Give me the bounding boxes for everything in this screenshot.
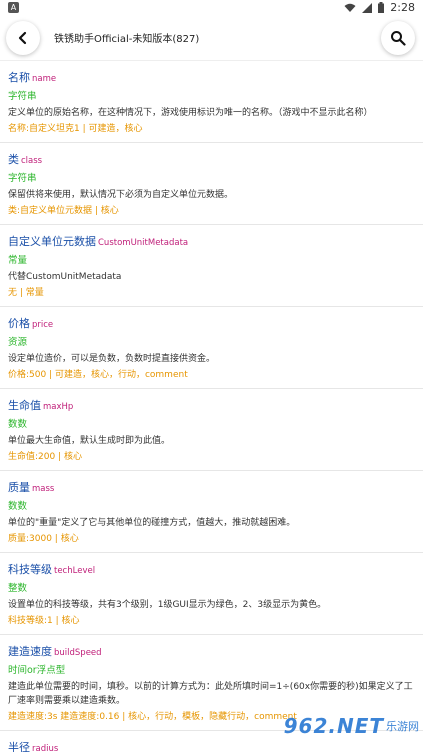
item-code: CustomUnitMetadata: [98, 238, 189, 248]
back-button[interactable]: [6, 21, 40, 55]
item-type: 资源: [8, 337, 28, 348]
item-name: 价格: [8, 317, 30, 330]
watermark-logo: 962.NET 乐游网: [281, 706, 419, 746]
page-title: 铁锈助手Official-未知版本(827): [54, 34, 200, 45]
item-description: 设置单位的科技等级，共有3个级别，1级GUI显示为绿色，2、3级显示为黄色。: [8, 600, 327, 610]
item-name: 类: [8, 153, 19, 166]
item-meta: 生命值:200 | 核心: [8, 452, 82, 462]
wifi-icon: [344, 3, 356, 12]
item-meta: 价格:500 | 可建造，核心，行动，comment: [8, 370, 188, 380]
list-item[interactable]: 科技等级 techLevel 整数 设置单位的科技等级，共有3个级别，1级GUI显…: [0, 553, 423, 635]
item-meta: 无 | 常量: [8, 288, 44, 298]
item-meta: 质量:3000 | 核心: [8, 534, 79, 544]
item-name: 质量: [8, 481, 30, 494]
item-description: 单位最大生命值，默认生成时即为此值。: [8, 436, 171, 446]
attribute-list: 名称 name 字符串 定义单位的原始名称，在这种情况下，游戏使用标识为唯一的名称…: [0, 61, 423, 752]
item-type: 整数: [8, 583, 28, 594]
item-description: 定义单位的原始名称，在这种情况下，游戏使用标识为唯一的名称。（游戏中不显示此名称…: [8, 108, 373, 118]
signal-icon: [362, 2, 373, 13]
item-code: price: [32, 320, 54, 330]
item-type: 字符串: [8, 91, 37, 102]
clock: 2:28: [390, 1, 415, 14]
item-name: 自定义单位元数据: [8, 235, 96, 248]
list-item[interactable]: 质量 mass 数数 单位的"重量"定义了它与其他单位的碰撞方式，值越大，推动就越…: [0, 471, 423, 553]
item-name: 科技等级: [8, 563, 52, 576]
search-icon: [391, 31, 406, 46]
item-type: 字符串: [8, 173, 37, 184]
item-code: name: [32, 74, 57, 84]
item-description: 设定单位造价，可以是负数，负数时提直接供资金。: [8, 354, 216, 364]
item-meta: 名称:自定义坦克1 | 可建造，核心: [8, 124, 143, 134]
item-name: 生命值: [8, 399, 41, 412]
item-type: 数数: [8, 419, 28, 430]
item-description: 建造此单位需要的时间，填秒。以前的计算方式为：此处所填时间=1÷(60x你需要的…: [8, 682, 413, 706]
item-type: 常量: [8, 255, 28, 266]
item-code: techLevel: [54, 566, 96, 576]
battery-icon: [378, 2, 385, 13]
watermark-text: 962.NET: [283, 714, 384, 738]
app-bar: 铁锈助手Official-未知版本(827): [0, 16, 423, 61]
list-item[interactable]: 生命值 maxHp 数数 单位最大生命值，默认生成时即为此值。 生命值:200 |…: [0, 389, 423, 471]
list-item[interactable]: 类 class 字符串 保留供将来使用，默认情况下必须为自定义单位元数据。 类:自…: [0, 143, 423, 225]
notification-badge: A: [8, 2, 19, 13]
item-name: 半径: [8, 741, 30, 752]
item-meta: 科技等级:1 | 核心: [8, 616, 80, 626]
item-name: 名称: [8, 71, 30, 84]
item-code: mass: [32, 484, 55, 494]
status-bar: A 2:28: [0, 0, 423, 16]
item-code: radius: [32, 744, 59, 752]
item-meta: 类:自定义单位元数据 | 核心: [8, 206, 119, 216]
watermark-subtext: 乐游网: [386, 720, 419, 733]
item-description: 保留供将来使用，默认情况下必须为自定义单位元数据。: [8, 190, 234, 200]
item-name: 建造速度: [8, 645, 52, 658]
status-icons: 2:28: [344, 1, 415, 14]
item-code: class: [21, 156, 43, 166]
item-code: buildSpeed: [54, 648, 102, 658]
list-item[interactable]: 自定义单位元数据 CustomUnitMetadata 常量 代替CustomUn…: [0, 225, 423, 307]
list-item[interactable]: 名称 name 字符串 定义单位的原始名称，在这种情况下，游戏使用标识为唯一的名称…: [0, 61, 423, 143]
item-type: 时间or浮点型: [8, 665, 66, 676]
item-description: 代替CustomUnitMetadata: [8, 272, 122, 282]
item-code: maxHp: [43, 402, 74, 412]
chevron-left-icon: [18, 31, 27, 45]
item-type: 数数: [8, 501, 28, 512]
item-description: 单位的"重量"定义了它与其他单位的碰撞方式，值越大，推动就越困难。: [8, 518, 296, 528]
search-button[interactable]: [381, 21, 415, 55]
list-item[interactable]: 价格 price 资源 设定单位造价，可以是负数，负数时提直接供资金。 价格:50…: [0, 307, 423, 389]
